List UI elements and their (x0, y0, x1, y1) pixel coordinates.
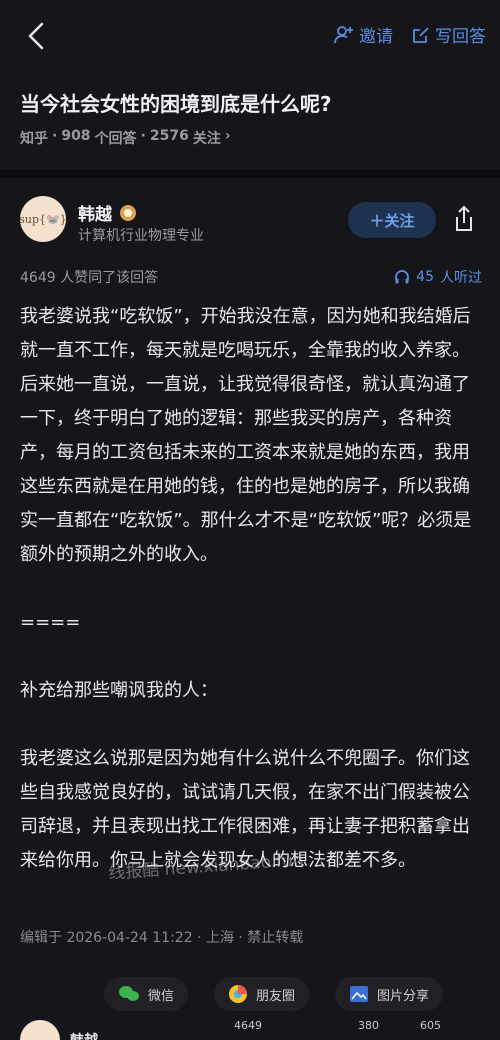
separator: · (52, 128, 58, 144)
author-badge-icon (120, 204, 136, 221)
bottom-comments-count[interactable]: 380 (358, 1019, 379, 1032)
listen-count: 45 (416, 269, 434, 285)
edit-icon (413, 26, 429, 43)
question-meta[interactable]: 知乎 · 908 个回答 · 2576 关注 › (20, 128, 231, 148)
author-description: 计算机行业物理专业 (78, 228, 204, 244)
share-icon[interactable] (450, 204, 478, 234)
invite-label: 邀请 (359, 27, 393, 47)
share-moments-button[interactable]: 朋友圈 (214, 977, 310, 1011)
answer-content: 我老婆说我“吃软饭”，开始我没在意，因为她和我结婚后就一直不工作，每天就是吃喝玩… (20, 300, 482, 912)
chevron-right-icon: › (224, 128, 231, 144)
back-arrow-icon[interactable] (22, 20, 50, 52)
moments-icon (229, 985, 248, 1003)
add-person-icon (334, 25, 353, 43)
answers-count: 908 (61, 128, 91, 144)
answer-paragraph: ==== (20, 612, 81, 633)
bottom-author-name[interactable]: 韩越 (70, 1030, 98, 1040)
write-answer-label: 写回答 (435, 27, 486, 47)
edit-meta: 编辑于 2026-04-24 11:22 · 上海 · 禁止转载 (20, 930, 304, 946)
likes-text: 4649 人赞同了该回答 (20, 270, 159, 286)
bottom-likes-count[interactable]: 4649 (234, 1019, 262, 1032)
followers-label: 关注 (192, 131, 221, 147)
write-answer-button[interactable]: 写回答 (411, 22, 486, 47)
answer-paragraph: 我老婆说我“吃软饭”，开始我没在意，因为她和我结婚后就一直不工作，每天就是吃喝玩… (20, 306, 472, 565)
wechat-label: 微信 (148, 988, 175, 1004)
share-wechat-button[interactable]: 微信 (104, 977, 189, 1011)
answer-stats: 4649 人赞同了该回答 45 人听过 (20, 267, 482, 287)
listen-button[interactable]: 45 人听过 (394, 267, 482, 287)
separator: · (140, 128, 146, 144)
top-bar: 邀请 写回答 (0, 0, 500, 72)
author-name-row[interactable]: 韩越 (78, 200, 136, 225)
top-actions: 邀请 写回答 (333, 22, 486, 47)
author-name: 韩越 (78, 205, 112, 225)
answers-label: 个回答 (94, 131, 137, 147)
share-row: 微信 朋友圈 图片分享 (104, 977, 444, 1011)
image-icon (350, 986, 369, 1002)
image-share-label: 图片分享 (377, 988, 430, 1004)
author-avatar[interactable]: sup{🐭} (19, 196, 67, 242)
section-divider (0, 170, 500, 178)
bottom-favorites-count[interactable]: 605 (420, 1019, 441, 1032)
share-image-button[interactable]: 图片分享 (335, 977, 444, 1011)
headphones-icon (395, 270, 410, 284)
follow-button[interactable]: ＋关注 (348, 202, 436, 238)
invite-button[interactable]: 邀请 (333, 22, 393, 47)
listen-label: 人听过 (440, 270, 482, 286)
question-title[interactable]: 当今社会女性的困境到底是什么呢? (20, 88, 480, 117)
answer-paragraph: 补充给那些嘲讽我的人： (20, 680, 218, 701)
moments-label: 朋友圈 (256, 988, 296, 1004)
source-label: 知乎 (20, 131, 48, 147)
followers-count: 2576 (149, 128, 189, 144)
wechat-icon (119, 986, 139, 1001)
